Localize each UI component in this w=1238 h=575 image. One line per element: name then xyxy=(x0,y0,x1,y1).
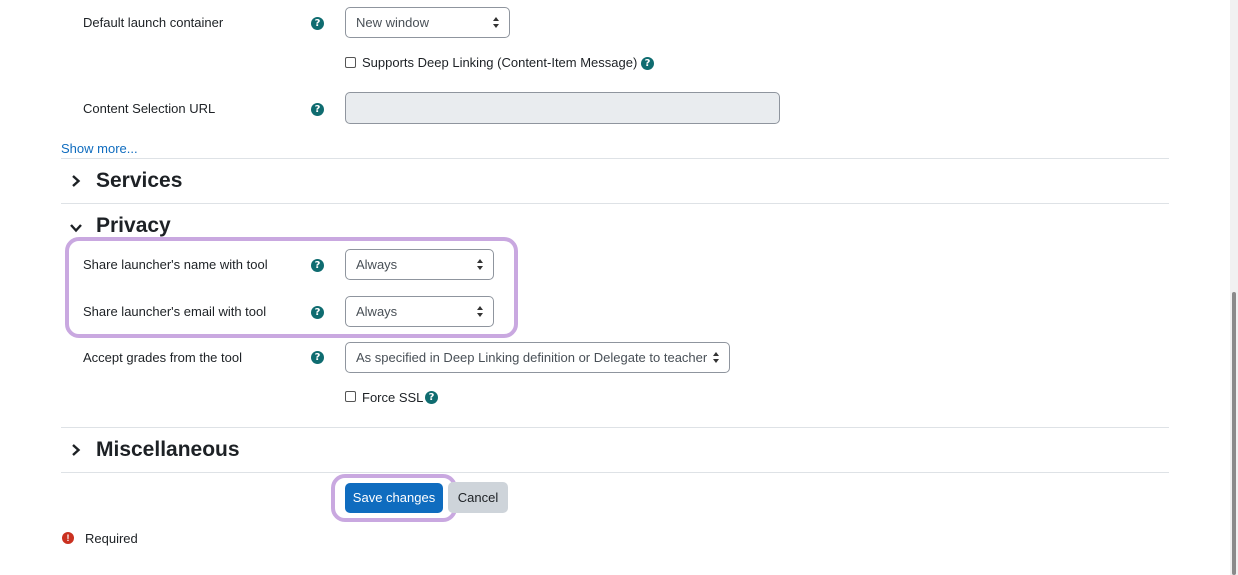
save-changes-button[interactable]: Save changes xyxy=(345,483,443,513)
deep-linking-label: Supports Deep Linking (Content-Item Mess… xyxy=(362,55,638,70)
required-label: Required xyxy=(85,531,138,546)
help-icon[interactable]: ? xyxy=(311,306,324,319)
divider xyxy=(61,203,1169,204)
help-icon[interactable]: ? xyxy=(311,17,324,30)
chevron-right-icon[interactable] xyxy=(69,443,83,457)
content-selection-label: Content Selection URL xyxy=(83,101,216,116)
required-icon: ! xyxy=(62,532,74,544)
select-arrows-icon xyxy=(493,17,500,28)
deep-linking-checkbox[interactable] xyxy=(345,57,356,68)
force-ssl-label: Force SSL xyxy=(362,390,424,405)
section-privacy[interactable]: Privacy xyxy=(96,214,171,238)
share-email-value: Always xyxy=(356,304,398,319)
launch-container-label: Default launch container xyxy=(83,15,224,30)
accept-grades-value: As specified in Deep Linking definition … xyxy=(356,350,708,365)
launch-container-value: New window xyxy=(356,15,429,30)
share-email-select[interactable]: Always xyxy=(345,296,494,327)
scrollbar-thumb[interactable] xyxy=(1232,292,1236,575)
share-name-label: Share launcher's name with tool xyxy=(83,257,268,272)
help-icon[interactable]: ? xyxy=(311,103,324,116)
launch-container-select[interactable]: New window xyxy=(345,7,510,38)
share-name-value: Always xyxy=(356,257,398,272)
select-arrows-icon xyxy=(713,352,720,363)
help-icon[interactable]: ? xyxy=(311,259,324,272)
share-email-label: Share launcher's email with tool xyxy=(83,304,267,319)
select-arrows-icon xyxy=(477,306,484,317)
section-miscellaneous[interactable]: Miscellaneous xyxy=(96,438,240,462)
help-icon[interactable]: ? xyxy=(311,351,324,364)
divider xyxy=(61,427,1169,428)
share-name-select[interactable]: Always xyxy=(345,249,494,280)
divider xyxy=(61,158,1169,159)
help-icon[interactable]: ? xyxy=(425,391,438,404)
accept-grades-label: Accept grades from the tool xyxy=(83,350,242,365)
chevron-right-icon[interactable] xyxy=(69,174,83,188)
select-arrows-icon xyxy=(477,259,484,270)
accept-grades-select[interactable]: As specified in Deep Linking definition … xyxy=(345,342,730,373)
divider xyxy=(61,472,1169,473)
content-selection-input[interactable] xyxy=(345,92,780,124)
help-icon[interactable]: ? xyxy=(641,57,654,70)
show-more-link[interactable]: Show more... xyxy=(61,141,138,156)
cancel-button[interactable]: Cancel xyxy=(448,482,508,513)
chevron-down-icon[interactable] xyxy=(69,221,83,235)
force-ssl-checkbox[interactable] xyxy=(345,391,356,402)
section-services[interactable]: Services xyxy=(96,169,182,193)
